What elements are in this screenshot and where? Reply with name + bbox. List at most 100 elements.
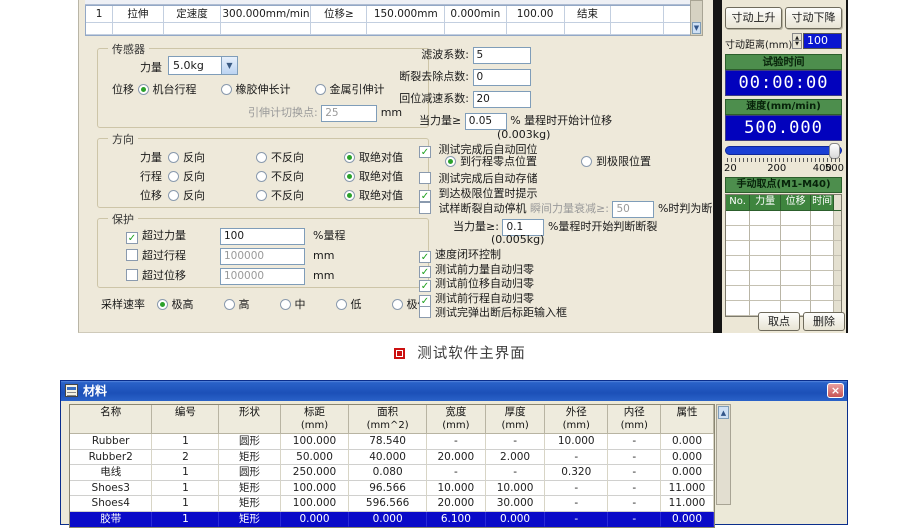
- jog-distance-input[interactable]: 100: [803, 33, 842, 49]
- protection-label-1: 超过行程: [142, 247, 220, 263]
- disp-sensor-radio-0[interactable]: [138, 84, 149, 95]
- disp-start-input[interactable]: [465, 113, 507, 130]
- materials-col-header[interactable]: 外径(mm): [545, 405, 608, 434]
- direction-radio-1-0[interactable]: [168, 171, 179, 182]
- speed-slider-thumb[interactable]: [829, 143, 840, 159]
- materials-title-bar[interactable]: 材料 ×: [61, 381, 847, 401]
- materials-col-unit: (mm^2): [349, 419, 425, 432]
- direction-radio-2-2[interactable]: [344, 190, 355, 201]
- materials-cell: 10.000: [486, 481, 545, 497]
- protection-input-2[interactable]: [220, 268, 305, 285]
- spinner-down-icon[interactable]: ▼: [792, 41, 802, 49]
- manual-table-row[interactable]: [726, 226, 841, 241]
- auto-return-radio-1[interactable]: [581, 156, 592, 167]
- materials-col-header[interactable]: 形状: [219, 405, 280, 434]
- speed-slider[interactable]: [725, 146, 842, 155]
- manual-table-row[interactable]: [726, 256, 841, 271]
- scroll-down-icon[interactable]: ▼: [692, 22, 701, 34]
- direction-option: 取绝对值: [344, 149, 403, 165]
- settings-check-label-0: 速度闭环控制: [435, 248, 501, 261]
- direction-radio-2-0[interactable]: [168, 190, 179, 201]
- manual-table-row[interactable]: [726, 271, 841, 286]
- manual-table-row[interactable]: [726, 286, 841, 301]
- direction-radio-0-2[interactable]: [344, 152, 355, 163]
- step-table-row[interactable]: 1拉伸定速度300.000mm/min位移≥150.000mm0.000min1…: [86, 6, 702, 23]
- protection-checkbox-0[interactable]: ✓: [126, 232, 138, 244]
- materials-col-name: 标距: [281, 406, 349, 419]
- sampling-radio-2[interactable]: [280, 299, 291, 310]
- filter-coef-input[interactable]: [473, 47, 531, 64]
- auto-save-checkbox[interactable]: [419, 172, 431, 184]
- manual-cell: [750, 241, 781, 256]
- ext-switch-input[interactable]: [321, 105, 377, 122]
- materials-row[interactable]: Rubber1圆形100.00078.540--10.000-0.000: [70, 434, 714, 450]
- direction-radio-1-2[interactable]: [344, 171, 355, 182]
- materials-row[interactable]: Shoes31矩形100.00096.56610.00010.000--11.0…: [70, 481, 714, 497]
- close-icon[interactable]: ×: [827, 383, 844, 398]
- materials-col-name: 宽度: [427, 406, 485, 419]
- sampling-radio-0[interactable]: [157, 299, 168, 310]
- materials-col-header[interactable]: 编号: [152, 405, 219, 434]
- settings-checkbox-4[interactable]: [419, 306, 431, 318]
- materials-row[interactable]: Rubber22矩形50.00040.00020.0002.000--0.000: [70, 450, 714, 466]
- manual-table-row[interactable]: [726, 241, 841, 256]
- break-stop-checkbox[interactable]: [419, 202, 431, 214]
- materials-col-header[interactable]: 面积(mm^2): [349, 405, 426, 434]
- disp-sensor-radio-2[interactable]: [315, 84, 326, 95]
- break-judge-prefix: 当力量≥:: [453, 220, 499, 233]
- materials-scrollbar[interactable]: ▲: [716, 404, 731, 505]
- jog-up-button[interactable]: 寸动上升: [725, 7, 782, 29]
- materials-row[interactable]: Shoes41矩形100.000596.56620.00030.000--11.…: [70, 496, 714, 512]
- sampling-radio-1[interactable]: [224, 299, 235, 310]
- manual-cell: [726, 271, 750, 286]
- delete-button[interactable]: 删除: [803, 312, 845, 331]
- materials-col-header[interactable]: 厚度(mm): [486, 405, 545, 434]
- speed-display: 500.000: [725, 115, 842, 141]
- materials-col-header[interactable]: 名称: [70, 405, 152, 434]
- direction-radio-0-0[interactable]: [168, 152, 179, 163]
- chevron-down-icon[interactable]: ▼: [221, 57, 237, 74]
- manual-table-row[interactable]: [726, 211, 841, 226]
- sampling-option: 低: [336, 298, 362, 311]
- materials-col-header[interactable]: 属性: [661, 405, 714, 434]
- sampling-radio-4[interactable]: [392, 299, 403, 310]
- protection-input-0[interactable]: [220, 228, 305, 245]
- spinner-up-icon[interactable]: ▲: [792, 33, 802, 41]
- take-point-button[interactable]: 取点: [758, 312, 800, 331]
- protection-row: 超过行程 mm: [126, 247, 334, 265]
- manual-cell: [834, 241, 841, 256]
- jog-down-button[interactable]: 寸动下降: [785, 7, 842, 29]
- materials-row[interactable]: 电线1圆形250.0000.080--0.320-0.000: [70, 465, 714, 481]
- materials-col-unit: (mm): [608, 419, 660, 432]
- materials-col-header[interactable]: 内径(mm): [608, 405, 661, 434]
- step-cell: [367, 23, 445, 35]
- step-table-scrollbar[interactable]: ▼: [690, 0, 703, 36]
- sampling-radio-3[interactable]: [336, 299, 347, 310]
- protection-unit-1: mm: [313, 249, 334, 262]
- materials-cell: Shoes4: [70, 496, 152, 512]
- auto-return-checkbox[interactable]: ✓: [419, 146, 431, 158]
- scroll-up-icon[interactable]: ▲: [718, 406, 729, 419]
- ext-switch-unit: mm: [381, 106, 402, 119]
- materials-col-header[interactable]: 宽度(mm): [427, 405, 486, 434]
- direction-radio-2-1[interactable]: [256, 190, 267, 201]
- break-remove-input[interactable]: [473, 69, 531, 86]
- manual-cell: [834, 226, 841, 241]
- sampling-label-2: 中: [295, 298, 306, 311]
- direction-radio-1-1[interactable]: [256, 171, 267, 182]
- materials-cell: Rubber: [70, 434, 152, 450]
- step-table-empty-row[interactable]: [86, 23, 702, 35]
- auto-return-radio-0[interactable]: [445, 156, 456, 167]
- jog-distance-spinner[interactable]: ▲ ▼: [792, 33, 802, 49]
- protection-input-1[interactable]: [220, 248, 305, 265]
- sampling-label-1: 高: [239, 298, 250, 311]
- break-decay-input[interactable]: [612, 201, 654, 218]
- force-sensor-combo[interactable]: 5.0kg ▼: [168, 56, 238, 75]
- disp-sensor-radio-1[interactable]: [221, 84, 232, 95]
- direction-radio-0-1[interactable]: [256, 152, 267, 163]
- materials-col-header[interactable]: 标距(mm): [281, 405, 350, 434]
- protection-checkbox-1[interactable]: [126, 249, 138, 261]
- protection-checkbox-2[interactable]: [126, 269, 138, 281]
- protection-unit-2: mm: [313, 269, 334, 282]
- return-decel-input[interactable]: [473, 91, 531, 108]
